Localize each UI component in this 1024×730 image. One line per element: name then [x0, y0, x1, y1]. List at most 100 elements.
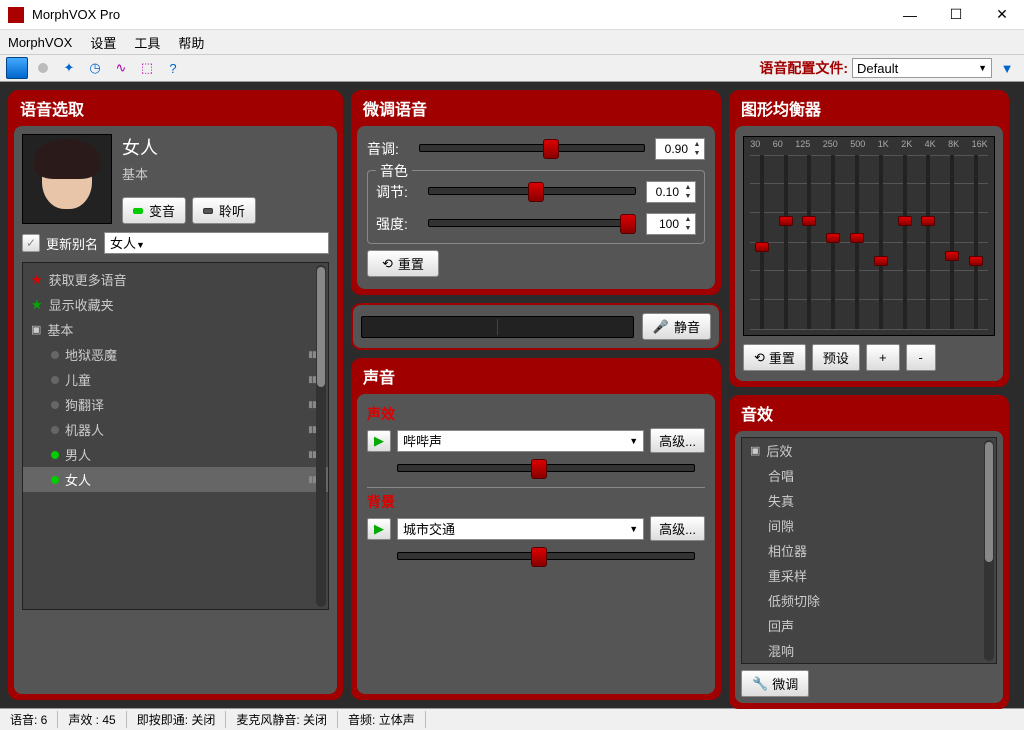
maximize-button[interactable]: ☐: [942, 4, 970, 26]
pitch-spinner[interactable]: ▲▼: [655, 138, 705, 160]
status-mic: 麦克风静音: 关闭: [226, 711, 338, 728]
eq-grid: 30601252505001K2K4K8K16K: [743, 136, 995, 336]
record-icon[interactable]: [32, 57, 54, 79]
list-item[interactable]: 儿童▮▮▮: [23, 367, 328, 392]
voice-list[interactable]: ★获取更多语音 ★显示收藏夹 ▣基本 地狱恶魔▮▮▮ 儿童▮▮▮ 狗翻译▮▮▮ …: [22, 262, 329, 610]
sfx-advanced-button[interactable]: 高级...: [650, 428, 705, 453]
list-item[interactable]: 合唱: [742, 463, 996, 488]
app-icon: [8, 7, 24, 23]
main-content: 语音选取 女人 基本 变音 聆听 ✓ 更新别名 女: [0, 82, 1024, 708]
tweak-reset-button[interactable]: ⟲重置: [367, 250, 439, 277]
avatar: [22, 134, 112, 224]
sound-panel: 声音 声效 ▶ 哔哔声▼ 高级... 背景 ▶ 城市交通▼ 高级...: [351, 358, 721, 700]
minimize-button[interactable]: —: [896, 4, 924, 26]
eq-band-slider[interactable]: [945, 155, 959, 329]
eq-band-slider[interactable]: [850, 155, 864, 329]
bg-group-label: 背景: [367, 487, 705, 512]
morph-button[interactable]: 变音: [122, 197, 186, 224]
save-icon[interactable]: [6, 57, 28, 79]
eq-band-slider[interactable]: [969, 155, 983, 329]
strength-slider[interactable]: [428, 214, 636, 234]
listen-button[interactable]: 聆听: [192, 197, 256, 224]
strength-label: 强度:: [376, 214, 418, 234]
plugin-icon[interactable]: ✦: [58, 57, 80, 79]
sfx-select[interactable]: 哔哔声▼: [397, 430, 644, 452]
show-favorites-link[interactable]: ★显示收藏夹: [23, 292, 328, 317]
list-item[interactable]: 间隙: [742, 513, 996, 538]
statusbar: 语音: 6 声效 : 45 即按即通: 关闭 麦克风静音: 关闭 音频: 立体声: [0, 708, 1024, 730]
list-item[interactable]: 女人▮▮▮: [23, 467, 328, 492]
list-item[interactable]: 回声: [742, 613, 996, 638]
level-meter-panel: 🎤静音: [351, 303, 721, 350]
sfx-volume-slider[interactable]: [397, 459, 695, 477]
apply-alias-button[interactable]: ✓: [22, 234, 40, 252]
menu-morphvox[interactable]: MorphVOX: [8, 35, 72, 50]
eq-band-slider[interactable]: [826, 155, 840, 329]
wave-icon[interactable]: ∿: [110, 57, 132, 79]
list-item[interactable]: 重采样: [742, 563, 996, 588]
help-icon[interactable]: ?: [162, 57, 184, 79]
level-meter: [361, 316, 634, 338]
menu-help[interactable]: 帮助: [178, 33, 204, 52]
bg-volume-slider[interactable]: [397, 547, 695, 565]
eq-band-slider[interactable]: [779, 155, 793, 329]
eq-title: 图形均衡器: [731, 92, 1007, 126]
voice-category: 基本: [122, 164, 329, 183]
menu-settings[interactable]: 设置: [90, 33, 116, 52]
fx-finetune-button[interactable]: 🔧微调: [741, 670, 809, 697]
eq-plus-button[interactable]: +: [866, 344, 900, 371]
menu-tools[interactable]: 工具: [134, 33, 160, 52]
timer-icon[interactable]: ◷: [84, 57, 106, 79]
eq-preset-button[interactable]: 预设: [812, 344, 860, 371]
fx-group-header[interactable]: ▣后效: [742, 438, 996, 463]
more-voices-link[interactable]: ★获取更多语音: [23, 267, 328, 292]
scrollbar[interactable]: [984, 440, 994, 661]
led-on-icon: [133, 208, 143, 214]
eq-band-slider[interactable]: [802, 155, 816, 329]
eq-band-slider[interactable]: [874, 155, 888, 329]
fx-list[interactable]: ▣后效 合唱失真间隙相位器重采样低频切除回声混响: [741, 437, 997, 664]
strength-spinner[interactable]: ▲▼: [646, 213, 696, 235]
list-item[interactable]: 机器人▮▮▮: [23, 417, 328, 442]
eq-reset-button[interactable]: ⟲重置: [743, 344, 806, 371]
pitch-slider[interactable]: [419, 139, 645, 159]
voice-group-header[interactable]: ▣基本: [23, 317, 328, 342]
profile-select[interactable]: Default ▼: [852, 58, 992, 78]
list-item[interactable]: 男人▮▮▮: [23, 442, 328, 467]
bg-advanced-button[interactable]: 高级...: [650, 516, 705, 541]
shift-slider[interactable]: [428, 182, 636, 202]
sfx-play-button[interactable]: ▶: [367, 430, 391, 452]
graph-icon[interactable]: ⬚: [136, 57, 158, 79]
voice-name: 女人: [122, 134, 329, 160]
eq-band-slider[interactable]: [898, 155, 912, 329]
list-item[interactable]: 混响: [742, 638, 996, 663]
chevron-down-icon: ▼: [629, 524, 638, 534]
eq-panel: 图形均衡器 30601252505001K2K4K8K16K ⟲重置 预设 + …: [729, 90, 1009, 387]
bg-select[interactable]: 城市交通▼: [397, 518, 644, 540]
mute-button[interactable]: 🎤静音: [642, 313, 711, 340]
list-item[interactable]: 狗翻译▮▮▮: [23, 392, 328, 417]
window-title: MorphVOX Pro: [32, 7, 896, 22]
reset-icon: ⟲: [382, 256, 393, 272]
profile-filter-icon[interactable]: ▼: [996, 57, 1018, 79]
alias-input[interactable]: 女人▼: [104, 232, 329, 254]
profile-label: 语音配置文件:: [759, 58, 848, 78]
timbre-group-label: 音色: [376, 161, 412, 181]
close-button[interactable]: ✕: [988, 4, 1016, 26]
list-item[interactable]: 相位器: [742, 538, 996, 563]
tweak-panel: 微调语音 音调: ▲▼ 音色 调节: ▲▼ 强度:: [351, 90, 721, 295]
list-item[interactable]: 失真: [742, 488, 996, 513]
scrollbar[interactable]: [316, 265, 326, 607]
list-item[interactable]: 低频切除: [742, 588, 996, 613]
eq-band-slider[interactable]: [755, 155, 769, 329]
voice-panel-title: 语音选取: [10, 92, 341, 126]
chevron-down-icon: ▼: [978, 63, 987, 73]
shift-spinner[interactable]: ▲▼: [646, 181, 696, 203]
toolbar: ✦ ◷ ∿ ⬚ ? 语音配置文件: Default ▼ ▼: [0, 54, 1024, 82]
eq-band-slider[interactable]: [921, 155, 935, 329]
list-item[interactable]: 地狱恶魔▮▮▮: [23, 342, 328, 367]
bg-play-button[interactable]: ▶: [367, 518, 391, 540]
eq-band-label: 60: [773, 139, 783, 149]
eq-band-label: 8K: [948, 139, 959, 149]
eq-minus-button[interactable]: -: [906, 344, 936, 371]
